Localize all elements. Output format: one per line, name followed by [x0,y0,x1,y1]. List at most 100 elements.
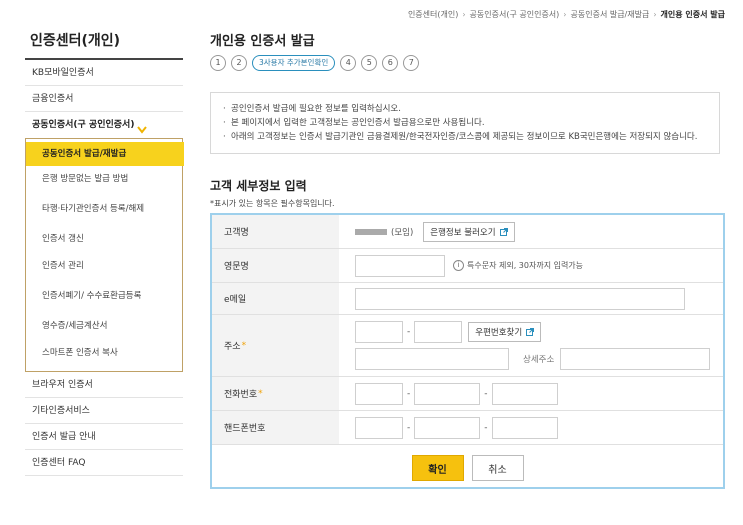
phone-input-3[interactable] [491,382,558,405]
email-cell [339,283,723,314]
notice-box: 공인인증서 발급에 필요한 정보를 입력하십시오. 본 페이지에서 입력한 고객… [210,92,720,154]
sub-item-revoke-refund[interactable]: 인증서폐기/ 수수료환급등록 [26,280,176,313]
zipcode-line: - 우편번호찾기 [355,321,723,343]
english-name-label: 영문명 [212,249,339,282]
breadcrumb-separator: › [653,10,657,19]
breadcrumb-current: 개인용 인증서 발급 [660,10,725,19]
dash: - [484,422,488,433]
sidebar-item-issue-guide[interactable]: 인증서 발급 안내 [25,424,183,450]
breadcrumb-item[interactable]: 인증센터(개인) [408,9,458,20]
bank-info-button[interactable]: 은행정보 불러오기 [423,221,515,242]
breadcrumb-item[interactable]: 공동인증서 발급/재발급 [571,9,650,20]
form-button-row: 확인 취소 [212,445,723,487]
sub-item-renew[interactable]: 인증서 갱신 [26,226,176,253]
form-row-english-name: 영문명 i 특수문자 제외, 30자까지 입력가능 [212,249,723,283]
email-field[interactable] [355,287,685,310]
sub-item-other-bank-register[interactable]: 타행·타기관인증서 등록/해제 [26,193,176,226]
form-row-email: e메일 [212,283,723,315]
step-3-current: 3사용자 추가본인확인 [252,55,336,71]
name-suffix: (모임) [391,227,414,238]
english-name-line: i 특수문자 제외, 30자까지 입력가능 [355,254,723,277]
form-row-name: 고객명 (모임) 은행정보 불러오기 [212,215,723,249]
section-title: 고객 세부정보 입력 [210,179,307,193]
phone-cell: - - [339,377,723,410]
address-label-text: 주소 [224,342,241,352]
main-content: 개인용 인증서 발급 1 2 3사용자 추가본인확인 4 5 6 7 공인인증서… [210,30,725,489]
english-name-label-text: 영문명 [224,262,249,272]
bank-info-button-label: 은행정보 불러오기 [430,227,496,238]
mobile-input-2[interactable] [414,416,481,439]
address-input[interactable] [355,348,509,370]
address-label: 주소 * [212,315,339,376]
mobile-cell: - - [339,411,723,444]
required-note: *표시가 있는 항목은 필수항목입니다. [210,199,335,208]
breadcrumb-item[interactable]: 공동인증서(구 공인인증서) [470,9,560,20]
mobile-label: 핸드폰번호 [212,411,339,444]
zipcode-search-button-label: 우편번호찾기 [475,328,523,338]
sidebar-item-other-cert-service[interactable]: 기타인증서비스 [25,398,183,424]
page-title: 개인용 인증서 발급 [210,34,315,49]
name-cell: (모임) 은행정보 불러오기 [339,215,723,248]
step-indicator: 1 2 3사용자 추가본인확인 4 5 6 7 [210,52,725,74]
mobile-input-3[interactable] [491,416,558,439]
sidebar-item-faq[interactable]: 인증센터 FAQ [25,450,183,476]
external-link-icon [526,328,535,336]
breadcrumb: 인증센터(개인) › 공동인증서(구 공인인증서) › 공동인증서 발급/재발급 › 개인용… [408,9,725,20]
external-link-icon [499,227,508,236]
breadcrumb-separator: › [462,10,466,19]
sidebar-title: 인증센터(개인) [30,33,121,49]
masked-name [355,228,387,235]
name-label-text: 고객명 [224,228,249,238]
confirm-button[interactable]: 확인 [411,455,464,481]
address-detail-line: 상세주소 [355,348,723,370]
english-name-hint: i 특수문자 제외, 30자까지 입력가능 [453,260,583,271]
step-1: 1 [210,55,226,71]
sidebar: 인증센터(개인) KB모바일인증서 금융인증서 공동인증서(구 공인인증서) 공… [25,30,184,476]
email-label: e메일 [212,283,339,314]
sub-item-no-visit-issue[interactable]: 은행 방문없는 발급 방법 [26,166,176,193]
sidebar-item-browser-cert[interactable]: 브라우저 인증서 [25,372,183,398]
sub-item-receipt[interactable]: 영수증/세금계산서 [26,313,176,340]
step-2: 2 [231,55,247,71]
english-name-cell: i 특수문자 제외, 30자까지 입력가능 [339,249,723,282]
customer-detail-form: 고객명 (모임) 은행정보 불러오기 영문명 i 특수문자 제외, 30자까지 … [210,213,725,489]
form-row-phone: 전화번호 * - - [212,377,723,411]
email-label-text: e메일 [224,295,247,305]
step-7: 7 [403,55,420,71]
required-star: * [241,340,247,351]
form-row-address: 주소 * - 우편번호찾기 상세주소 [212,315,723,377]
breadcrumb-separator: › [563,10,567,19]
dash: - [484,388,488,399]
dash: - [407,422,411,433]
phone-label: 전화번호 * [212,377,339,410]
chevron-down-icon [137,119,148,134]
sidebar-item-joint-cert[interactable]: 공동인증서(구 공인인증서) [25,112,183,138]
english-name-hint-text: 특수문자 제외, 30자까지 입력가능 [467,261,584,270]
english-name-input[interactable] [355,254,445,277]
zipcode-input-1[interactable] [355,321,403,343]
address-cell: - 우편번호찾기 상세주소 [339,315,723,376]
mobile-label-text: 핸드폰번호 [224,424,266,434]
cancel-button[interactable]: 취소 [471,455,524,481]
notice-line: 본 페이지에서 입력한 고객정보는 공인인증서 발급용으로만 사용됩니다. [223,116,709,130]
zipcode-search-button[interactable]: 우편번호찾기 [468,322,542,342]
sub-item-issue-reissue[interactable]: 공동인증서 발급/재발급 [26,142,184,166]
mobile-input-1[interactable] [355,416,403,439]
dash: - [407,327,411,337]
sidebar-item-financial-cert[interactable]: 금융인증서 [25,86,183,112]
phone-input-2[interactable] [414,382,481,405]
phone-line: - - [355,382,723,405]
step-6: 6 [382,55,399,71]
sub-item-smartphone-copy[interactable]: 스마트폰 인증서 복사 [26,340,176,367]
sidebar-item-label: 공동인증서(구 공인인증서) [32,120,135,130]
name-label: 고객명 [212,215,339,248]
detail-address-input[interactable] [560,348,711,370]
sidebar-item-kb-mobile-cert[interactable]: KB모바일인증서 [25,60,183,86]
zipcode-input-2[interactable] [414,321,463,343]
phone-input-1[interactable] [355,382,403,405]
form-row-mobile: 핸드폰번호 - - [212,411,723,445]
sub-item-manage[interactable]: 인증서 관리 [26,253,176,280]
info-icon: i [453,260,464,271]
step-5: 5 [361,55,378,71]
detail-address-label: 상세주소 [523,355,555,365]
